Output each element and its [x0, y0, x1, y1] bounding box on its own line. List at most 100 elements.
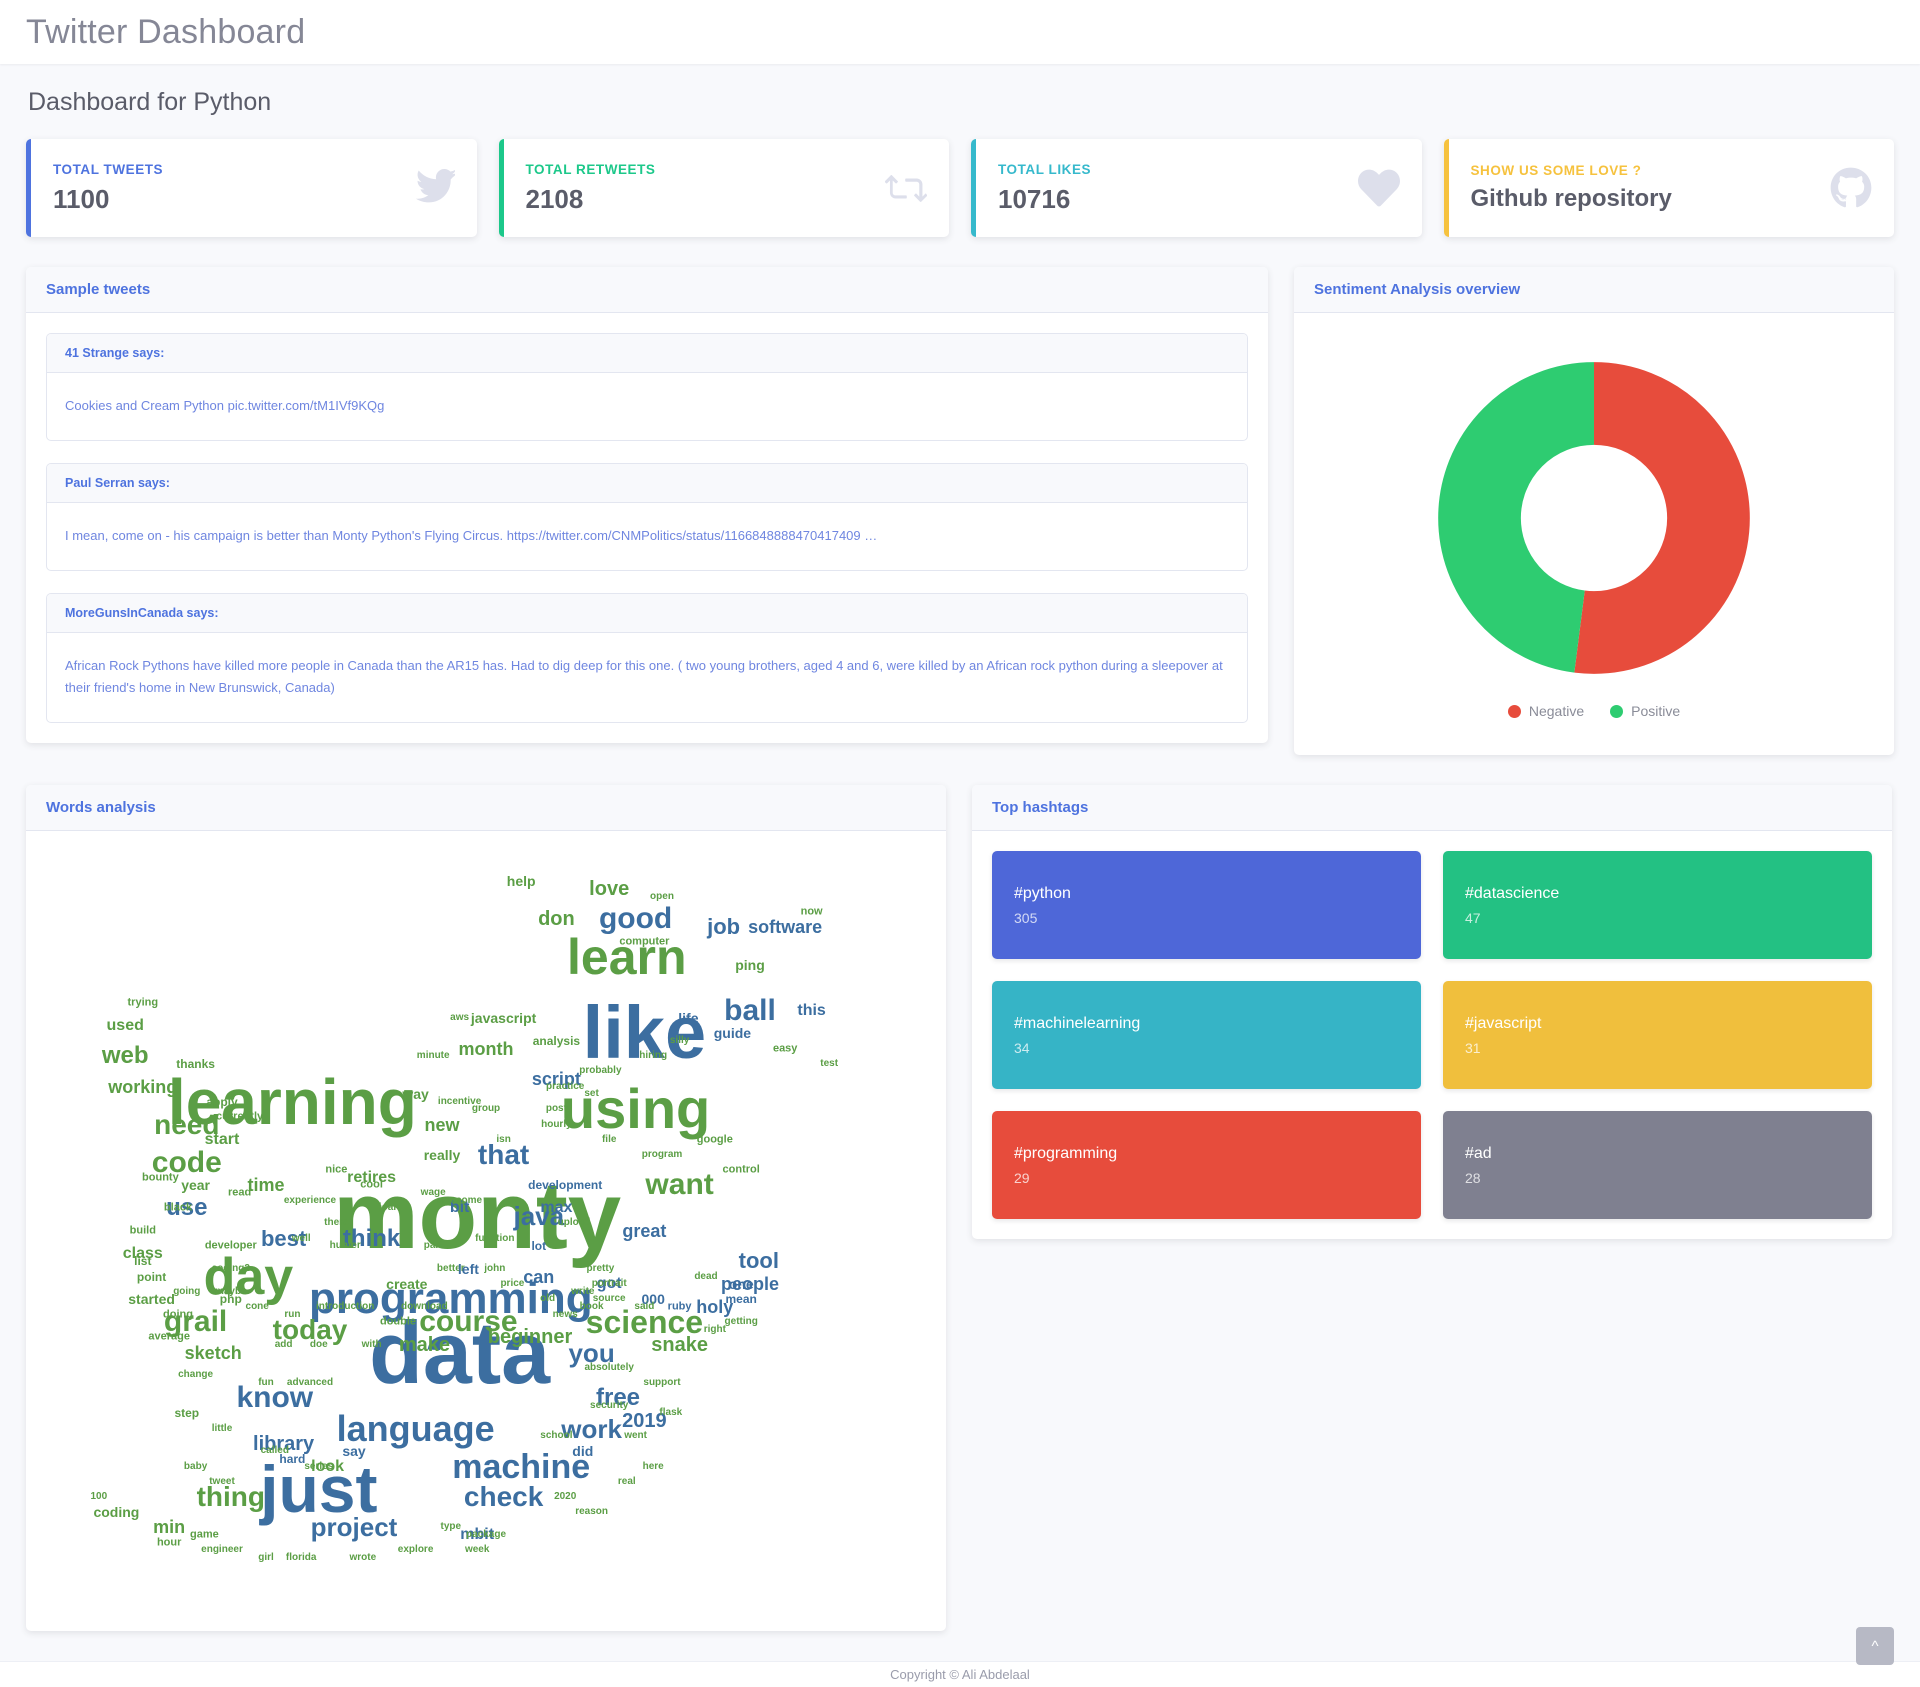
word-cloud-term: test — [820, 1057, 839, 1069]
word-cloud-term: thanks — [176, 1056, 215, 1071]
word-cloud-term: add — [274, 1339, 293, 1350]
word-cloud-term: way — [402, 1086, 429, 1103]
word-cloud-term: project — [310, 1512, 398, 1543]
word-cloud-term: create — [386, 1276, 428, 1293]
donut-legend: Negative Positive — [1507, 703, 1680, 719]
word-cloud-term: getting — [724, 1316, 758, 1328]
word-cloud-term: lot — [531, 1239, 547, 1254]
word-cloud-term: mean — [725, 1292, 757, 1307]
tweet-card[interactable]: MoreGunsInCanada says: African Rock Pytho… — [46, 592, 1248, 723]
bottom-row: Words analysis monty data like learning just… — [26, 785, 1894, 1631]
word-cloud-term: engineer — [201, 1544, 243, 1556]
hashtag-count: 34 — [1014, 1039, 1030, 1056]
tweet-text: I mean, come on - his campaign is better… — [65, 527, 878, 543]
word-cloud-term: change — [178, 1369, 214, 1381]
word-cloud-term: hour — [156, 1536, 182, 1549]
word-cloud-term: control — [722, 1163, 760, 1176]
word-cloud-term: open — [650, 890, 674, 902]
word-cloud-term: absolutely — [584, 1361, 634, 1373]
stat-card-4[interactable]: SHOW US SOME LOVE ? Github repository — [1443, 139, 1894, 237]
top-hashtags-body: #python 305 #datascience 47 #machinelearning… — [972, 831, 1892, 1239]
word-cloud-term: analysis — [532, 1034, 581, 1048]
word-cloud-term: program — [641, 1149, 683, 1160]
word-cloud-term: 2020 — [554, 1491, 577, 1502]
scroll-to-top-button[interactable]: ^ — [1856, 1627, 1894, 1665]
word-cloud-term: ruby — [667, 1300, 692, 1313]
word-cloud-term: started — [128, 1291, 175, 1308]
stat-card-2[interactable]: TOTAL RETWEETS 2108 — [498, 139, 949, 237]
word-cloud-term: awesome — [437, 1194, 483, 1206]
hashtag-name: #machinelearning — [1014, 1014, 1141, 1032]
stat-card-1[interactable]: TOTAL TWEETS 1100 — [26, 139, 477, 237]
word-cloud-term: can — [523, 1266, 555, 1287]
word-cloud-term: baby — [183, 1460, 208, 1472]
word-cloud-term: probably — [579, 1065, 622, 1077]
legend-item-negative[interactable]: Negative — [1507, 703, 1584, 719]
stat-card-3[interactable]: TOTAL LIKES 10716 — [971, 139, 1422, 237]
word-cloud-term: currently — [216, 1110, 264, 1123]
github-icon — [1830, 167, 1872, 209]
word-cloud-term: nice — [325, 1163, 348, 1176]
word-cloud-term: little — [211, 1422, 233, 1434]
hashtag-tile[interactable]: #ad 28 — [1443, 1111, 1872, 1219]
word-cloud-term: developer — [204, 1239, 257, 1252]
word-cloud-term: group — [471, 1103, 501, 1115]
top-hashtags-title: Top hashtags — [972, 785, 1892, 831]
sentiment-donut-chart[interactable] — [1435, 359, 1753, 677]
hashtag-tile[interactable]: #programming 29 — [992, 1111, 1421, 1219]
word-cloud-term: point — [136, 1269, 167, 1284]
word-cloud-term: average — [148, 1330, 190, 1343]
stat-label: SHOW US SOME LOVE ? — [1470, 163, 1642, 178]
word-cloud-term: cool — [360, 1178, 383, 1191]
hashtag-grid: #python 305 #datascience 47 #machinelearning… — [992, 851, 1872, 1219]
hashtag-tile[interactable]: #python 305 — [992, 851, 1421, 959]
word-cloud-term: easy — [772, 1042, 798, 1055]
tweet-card[interactable]: 41 Strange says: Cookies and Cream Python… — [46, 333, 1248, 441]
hashtag-count: 47 — [1465, 909, 1481, 926]
word-cloud-term: tweet — [209, 1475, 235, 1487]
word-cloud-term: there — [324, 1217, 349, 1229]
word-cloud-term: tool — [738, 1248, 779, 1274]
donut-svg — [1438, 362, 1750, 674]
word-cloud-term: say — [342, 1443, 366, 1460]
hashtag-tile[interactable]: #machinelearning 34 — [992, 981, 1421, 1089]
word-cloud-term: security — [590, 1399, 629, 1411]
word-cloud-term: called — [260, 1445, 289, 1457]
word-cloud-term: explore — [397, 1544, 434, 1556]
word-cloud-term: minute — [416, 1050, 450, 1062]
word-cloud-term: now — [800, 905, 823, 918]
word-cloud-term: want — [645, 1168, 714, 1202]
word-cloud-term: guide — [713, 1025, 752, 1042]
hashtag-tile[interactable]: #datascience 47 — [1443, 851, 1872, 959]
word-cloud-term: pretty — [586, 1263, 615, 1274]
word-cloud-term: used — [106, 1016, 144, 1034]
sample-tweets-title: Sample tweets — [26, 267, 1268, 313]
word-cloud-term: trying — [127, 996, 159, 1009]
word-cloud-term: ping — [735, 957, 765, 973]
word-cloud-term: went — [624, 1430, 647, 1442]
word-cloud-term: that — [477, 1139, 530, 1170]
word-cloud-term: with — [361, 1339, 382, 1350]
word-cloud-term: software — [748, 917, 823, 937]
word-cloud-term: beginner — [487, 1326, 573, 1349]
word-cloud-term: did — [572, 1443, 594, 1460]
word-cloud-term: here — [642, 1460, 664, 1472]
word-cloud-term: doe — [309, 1339, 328, 1350]
word-cloud-term: left — [457, 1261, 479, 1277]
word-cloud-term: cone — [245, 1301, 269, 1312]
word-cloud[interactable]: monty data like learning just using programmin… — [46, 851, 926, 1611]
tweet-text: African Rock Pythons have killed more pe… — [65, 657, 1223, 696]
tweet-card[interactable]: Paul Serran says: I mean, come on - his c… — [46, 462, 1248, 571]
word-cloud-term: price — [500, 1278, 525, 1290]
word-cloud-term: function — [475, 1232, 515, 1244]
word-cloud-term: life — [678, 1010, 699, 1027]
legend-item-positive[interactable]: Positive — [1610, 703, 1680, 719]
word-cloud-term: double — [379, 1315, 417, 1328]
tweet-text: Cookies and Cream Python pic.twitter.com… — [65, 398, 385, 413]
word-cloud-term: game — [190, 1528, 219, 1541]
word-cloud-term: thing — [196, 1481, 266, 1512]
hashtag-tile[interactable]: #javascript 31 — [1443, 981, 1872, 1089]
middle-row: Sample tweets 41 Strange says: Cookies an… — [26, 267, 1894, 755]
word-cloud-term: year — [181, 1177, 210, 1194]
stat-card-row: TOTAL TWEETS 1100 TOTAL RETWEETS 2108 TOTAL … — [26, 139, 1894, 237]
